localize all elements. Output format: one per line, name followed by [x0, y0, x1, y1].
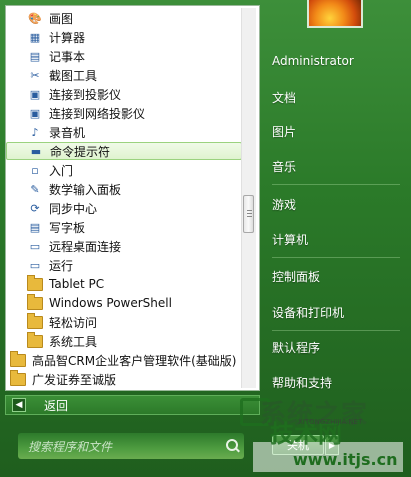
menu-separator [272, 257, 400, 258]
grip-line [247, 213, 252, 214]
program-item[interactable]: ✎ 数学输入面板 [6, 180, 263, 198]
wordpad-icon: ▤ [29, 220, 41, 234]
paint-icon: 🎨 [28, 11, 42, 25]
menu-computer[interactable]: 计算机 [272, 231, 308, 248]
program-item-label: 远程桌面连接 [49, 239, 122, 254]
program-item[interactable]: 高品智CRM企业客户管理软件(基础版) [6, 350, 246, 369]
sync-center-icon: ⟳ [30, 201, 40, 215]
program-item-label: 同步中心 [49, 201, 98, 216]
menu-default-programs[interactable]: 默认程序 [272, 339, 320, 356]
program-item-label: 入门 [49, 163, 74, 178]
network-projector-icon: ▣ [29, 106, 41, 120]
grip-line [247, 216, 252, 217]
folder-icon [27, 293, 43, 311]
program-item-label: 录音机 [49, 125, 86, 140]
program-item-label: 命令提示符 [50, 144, 111, 159]
folder-shape [10, 350, 26, 367]
user-avatar[interactable] [307, 0, 363, 28]
program-item[interactable]: 🎨 画图 [6, 9, 263, 27]
folder-shape [27, 293, 43, 310]
getting-started-icon: ▫ [31, 163, 39, 177]
microphone-icon: ♪ [31, 125, 39, 139]
grip-line [247, 210, 252, 211]
program-item-label: 高品智CRM企业客户管理软件(基础版) [32, 353, 237, 368]
menu-devices-printers[interactable]: 设备和打印机 [272, 304, 344, 321]
program-item-label: 轻松访问 [49, 315, 98, 330]
program-item-label: 写字板 [49, 220, 86, 235]
command-prompt-icon: ▬ [30, 144, 42, 158]
program-list-pane: 🎨 画图 ▦ 计算器 ▤ 记事本 ✂ 截图工具 ▣ 连接到投影仪 ▣ 连接到网络投影仪 ♪ 录音机 ▬ 命令提… [5, 5, 260, 391]
program-item-label: 记事本 [49, 49, 86, 64]
folder-shape [10, 369, 26, 386]
menu-control-panel[interactable]: 控制面板 [272, 268, 320, 285]
folder-icon [27, 274, 43, 292]
folder-icon [27, 331, 43, 349]
back-button[interactable]: ◀ 返回 [5, 395, 260, 415]
program-item[interactable]: ▦ 计算器 [6, 28, 263, 46]
program-item[interactable]: ▬ 命令提示符 [6, 142, 242, 160]
calculator-icon: ▦ [29, 30, 41, 44]
menu-documents[interactable]: 文档 [272, 89, 296, 106]
run-icon: ▭ [29, 258, 41, 272]
menu-pictures[interactable]: 图片 [272, 123, 296, 140]
menu-music[interactable]: 音乐 [272, 158, 296, 175]
back-arrow-icon: ◀ [12, 398, 26, 412]
folder-shape [27, 312, 43, 329]
math-input-icon: ✎ [30, 182, 40, 196]
back-label: 返回 [44, 398, 69, 413]
program-item-label: 连接到网络投影仪 [49, 106, 146, 121]
program-item[interactable]: ♪ 录音机 [6, 123, 263, 141]
program-item[interactable]: ▭ 远程桌面连接 [6, 237, 263, 255]
shutdown-label: 关机 [287, 439, 309, 452]
program-item[interactable]: 轻松访问 [6, 312, 263, 331]
program-item[interactable]: ▫ 入门 [6, 161, 263, 179]
menu-games[interactable]: 游戏 [272, 196, 296, 213]
notepad-icon: ▤ [29, 49, 41, 63]
program-item[interactable]: Windows PowerShell [6, 293, 263, 312]
program-item[interactable]: ▤ 记事本 [6, 47, 263, 65]
program-item-label: Windows PowerShell [49, 296, 172, 310]
scroll-thumb[interactable] [243, 195, 254, 233]
shutdown-button[interactable]: 关机 [272, 435, 324, 455]
menu-user-name[interactable]: Administrator [272, 54, 354, 68]
search-input[interactable]: 搜索程序和文件 [18, 433, 244, 459]
program-item-label: 连接到投影仪 [49, 87, 122, 102]
menu-separator [272, 330, 400, 331]
program-item[interactable]: ⟳ 同步中心 [6, 199, 263, 217]
folder-icon [27, 312, 43, 330]
right-pane: Administrator 文档图片音乐游戏计算机控制面板设备和打印机 默认程序帮助… [262, 0, 411, 477]
search-placeholder: 搜索程序和文件 [28, 439, 113, 454]
menu-separator [272, 184, 400, 185]
search-icon[interactable] [226, 439, 238, 451]
folder-icon [10, 350, 26, 368]
program-item[interactable]: ✂ 截图工具 [6, 66, 263, 84]
program-item-label: 运行 [49, 258, 74, 273]
program-item[interactable]: Tablet PC [6, 274, 263, 293]
program-item[interactable]: 广发证券至诚版 [6, 369, 246, 388]
program-item-label: 系统工具 [49, 334, 98, 349]
snipping-tool-icon: ✂ [30, 68, 40, 82]
program-item[interactable]: ▣ 连接到网络投影仪 [6, 104, 263, 122]
program-item-label: 截图工具 [49, 68, 98, 83]
program-item[interactable]: ▭ 运行 [6, 256, 263, 274]
program-item-label: 广发证券至诚版 [32, 372, 117, 387]
shutdown-options-arrow-icon[interactable]: ▶ [325, 435, 339, 455]
program-item-label: 画图 [49, 11, 74, 26]
menu-help-support[interactable]: 帮助和支持 [272, 374, 332, 391]
remote-desktop-icon: ▭ [29, 239, 41, 253]
folder-shape [27, 274, 43, 291]
projector-icon: ▣ [29, 87, 41, 101]
scrollbar[interactable] [241, 8, 256, 388]
program-item-label: 计算器 [49, 30, 86, 45]
program-item[interactable]: ▣ 连接到投影仪 [6, 85, 263, 103]
program-item-label: 数学输入面板 [49, 182, 122, 197]
program-item[interactable]: ▤ 写字板 [6, 218, 263, 236]
program-item[interactable]: 系统工具 [6, 331, 263, 350]
folder-icon [10, 369, 26, 387]
program-item-label: Tablet PC [49, 277, 105, 291]
folder-shape [27, 331, 43, 348]
start-menu-frame: 🎨 画图 ▦ 计算器 ▤ 记事本 ✂ 截图工具 ▣ 连接到投影仪 ▣ 连接到网络投影仪 ♪ 录音机 ▬ 命令提… [0, 0, 411, 477]
